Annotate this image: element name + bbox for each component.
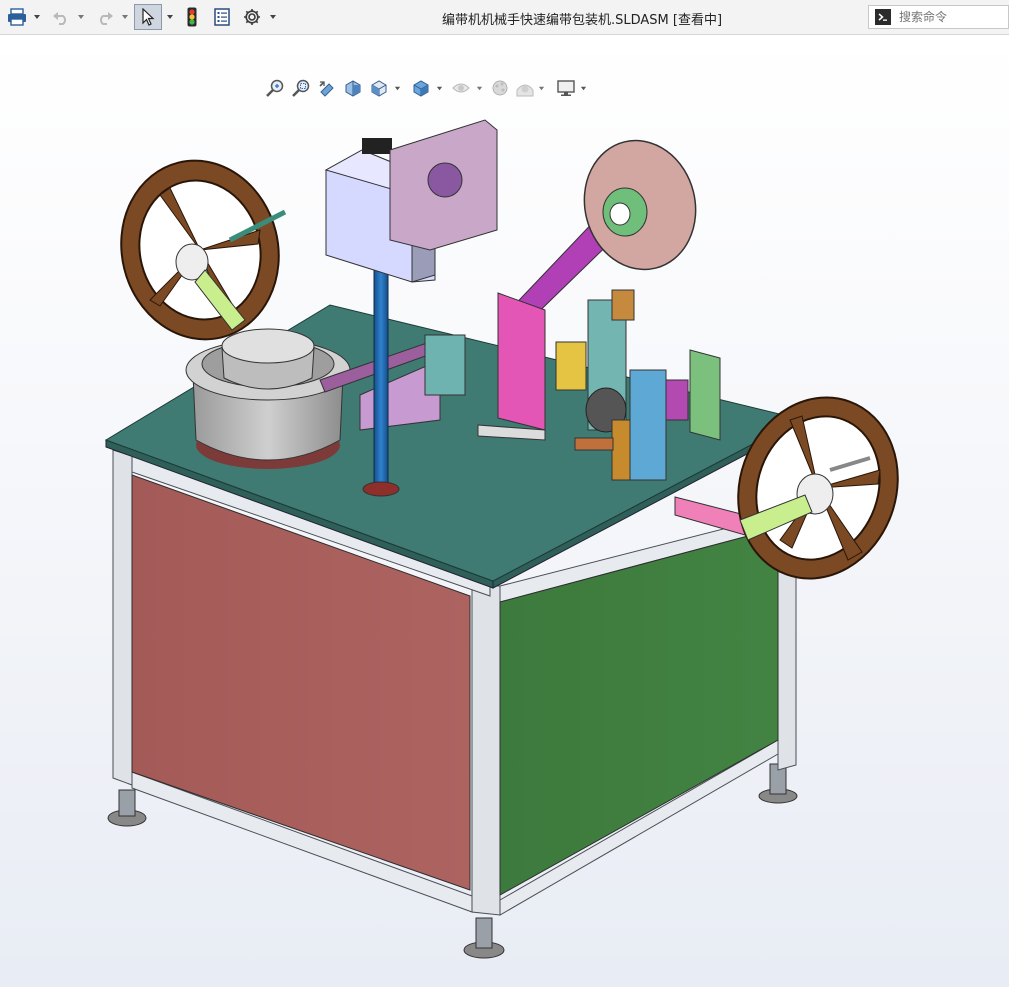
undo-icon	[53, 12, 66, 25]
select-icon	[142, 8, 155, 26]
file-properties-icon	[214, 8, 230, 26]
support-bracket	[497, 292, 546, 431]
undo-button[interactable]	[48, 4, 74, 30]
options-button[interactable]	[239, 4, 265, 30]
command-prompt-icon	[875, 9, 891, 25]
chevron-down-icon[interactable]	[166, 13, 174, 21]
chevron-down-icon[interactable]	[269, 13, 277, 21]
rebuild-button[interactable]	[180, 4, 204, 30]
select-button[interactable]	[134, 4, 162, 30]
chevron-down-icon[interactable]	[77, 13, 85, 21]
side-plate	[689, 349, 721, 441]
rebuild-icon	[187, 7, 197, 27]
redo-button[interactable]	[92, 4, 118, 30]
window-title: 编带机机械手快速编带包装机.SLDASM [查看中]	[442, 13, 723, 28]
vertical-post	[373, 269, 389, 491]
chevron-down-icon[interactable]	[33, 13, 41, 21]
print-button[interactable]	[4, 4, 30, 30]
file-properties-button[interactable]	[209, 4, 235, 30]
title-bar: 编带机机械手快速编带包装机.SLDASM [查看中]	[0, 0, 1009, 35]
left-tape-reel	[120, 159, 287, 341]
gear-icon	[244, 9, 260, 25]
print-icon	[8, 8, 26, 26]
graphics-area[interactable]	[0, 36, 1009, 987]
chevron-down-icon[interactable]	[121, 13, 129, 21]
yellow-block	[555, 341, 587, 391]
assembly-model[interactable]	[0, 36, 1009, 987]
search-box[interactable]	[868, 5, 1009, 29]
search-input[interactable]	[897, 9, 1006, 25]
redo-icon	[100, 12, 113, 25]
vibratory-bowl-feeder	[185, 328, 351, 469]
